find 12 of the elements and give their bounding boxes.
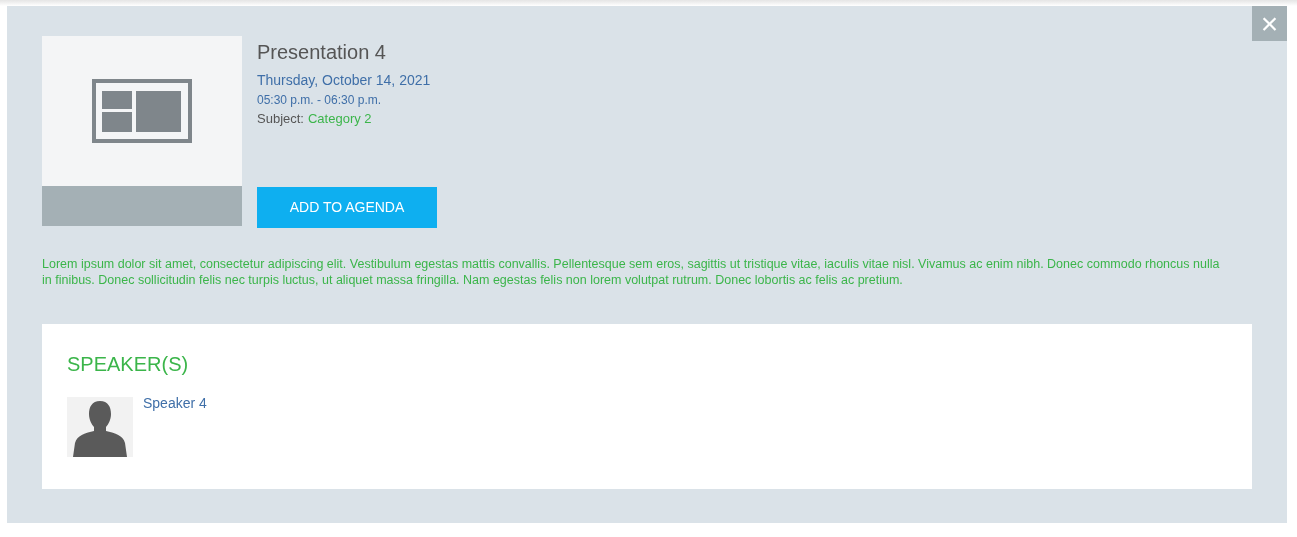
session-date: Thursday, October 14, 2021 <box>257 71 432 90</box>
subject-label: Subject: <box>257 110 304 128</box>
session-time: 05:30 p.m. - 06:30 p.m. <box>257 92 383 109</box>
speakers-heading: SPEAKER(S) <box>67 351 190 377</box>
layout-icon <box>92 79 192 143</box>
subject-link[interactable]: Category 2 <box>308 109 372 129</box>
session-title: Presentation 4 <box>257 40 387 65</box>
add-to-agenda-button[interactable]: ADD TO AGENDA <box>257 186 437 228</box>
speaker-name-link[interactable]: Speaker 4 <box>143 392 207 414</box>
description: Lorem ipsum dolor sit amet, consectetur adipiscing elit. Vestibulum egestas mattis convallis. Pellentesque sem eros, sagittis ut tristique vitae, iaculis vitae nisl. Vivamus ac enim nibh. Donec commodo rhoncus nulla in finibus. Donec sollicitudin felis nec turpis luctus, ut aliquet massa fringilla. Nam egestas felis non lorem volutpat rutrum. Donec lobortis ac felis ac pretium. <box>42 255 1220 288</box>
close-button[interactable]: × <box>1252 6 1287 41</box>
person-silhouette-icon <box>67 396 133 457</box>
